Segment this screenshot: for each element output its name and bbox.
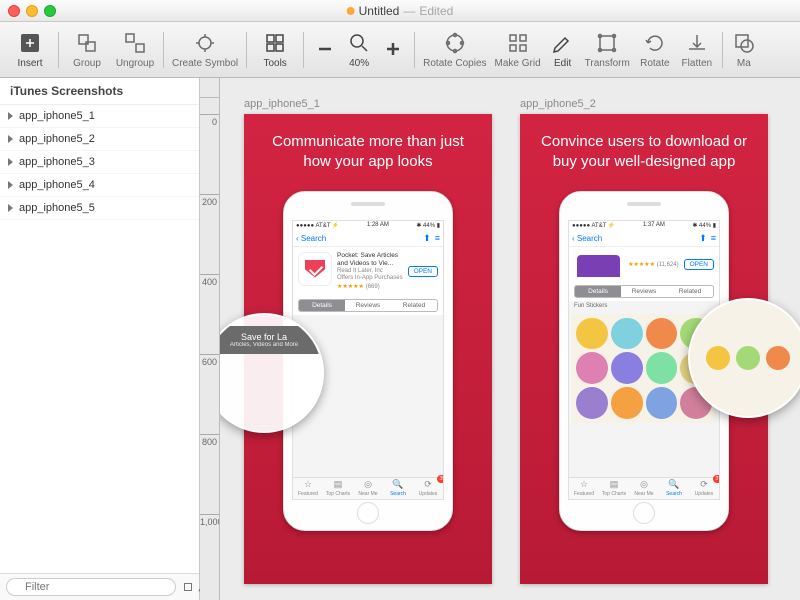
create-symbol-button[interactable]: Create Symbol (168, 30, 242, 69)
document-filename: Untitled (359, 4, 400, 18)
magnifier-lens (688, 298, 800, 418)
headline-text: Communicate more than just how your app … (256, 132, 480, 173)
transform-icon (594, 30, 620, 56)
disclosure-triangle-icon[interactable] (8, 181, 13, 189)
headline-text: Convince users to download or buy your w… (532, 132, 756, 173)
tab-bar: ☆Featured ▤Top Charts ◎Near Me 🔍Search ⟳… (569, 477, 719, 499)
edit-button[interactable]: Edit (545, 30, 581, 69)
plus-icon (380, 36, 406, 62)
artboard-label[interactable]: app_iphone5_1 (244, 98, 492, 110)
minus-icon (312, 36, 338, 62)
disclosure-triangle-icon[interactable] (8, 158, 13, 166)
nav-bar: ‹ Search ⬆ ≡ (569, 231, 719, 247)
magnifier-icon (346, 30, 372, 56)
layer-item[interactable]: app_iphone5_2 (0, 128, 199, 151)
rotate-icon (642, 30, 668, 56)
ruler-vertical[interactable]: 0 200 400 600 800 1,000 (200, 98, 220, 600)
unsaved-indicator-icon (347, 7, 355, 15)
close-window-button[interactable] (8, 5, 20, 17)
ruler-corner[interactable] (200, 78, 220, 98)
share-icon: ⬆ (423, 233, 431, 244)
group-button[interactable]: Group (63, 30, 111, 69)
zoom-out-button[interactable] (308, 36, 342, 64)
zoom-window-button[interactable] (44, 5, 56, 17)
ungroup-icon (122, 30, 148, 56)
sidebar-footer: 10 (0, 573, 199, 600)
layer-list: app_iphone5_1 app_iphone5_2 app_iphone5_… (0, 105, 199, 573)
document-status: Edited (419, 4, 453, 18)
toolbar: Insert Group Ungroup Create Symbol Tools… (0, 22, 800, 78)
segmented-control: Details Reviews Related (298, 299, 438, 312)
layer-item[interactable]: app_iphone5_3 (0, 151, 199, 174)
disclosure-triangle-icon[interactable] (8, 204, 13, 212)
flatten-icon (684, 30, 710, 56)
make-grid-button[interactable]: Make Grid (491, 30, 545, 69)
list-icon: ≡ (435, 233, 440, 244)
share-icon: ⬆ (699, 233, 707, 244)
insert-icon (17, 30, 43, 56)
artboard-label[interactable]: app_iphone5_2 (520, 98, 768, 110)
rotate-copies-button[interactable]: Rotate Copies (419, 30, 490, 69)
list-icon: ≡ (711, 233, 716, 244)
zoom-in-button[interactable] (376, 36, 410, 64)
nav-bar: ‹ Search ⬆ ≡ (293, 231, 443, 247)
group-icon (74, 30, 100, 56)
artboard-frame[interactable]: Communicate more than just how your app … (244, 114, 492, 584)
back-button: ‹ Search (572, 234, 602, 243)
layers-sidebar: iTunes Screenshots app_iphone5_1 app_iph… (0, 78, 200, 600)
open-button: OPEN (408, 266, 438, 277)
make-grid-icon (505, 30, 531, 56)
app-icon (298, 252, 332, 286)
artboard[interactable]: app_iphone5_1 Communicate more than just… (244, 98, 492, 584)
insert-button[interactable]: Insert (6, 30, 54, 69)
transform-button[interactable]: Transform (581, 30, 634, 69)
page-title[interactable]: iTunes Screenshots (0, 78, 199, 105)
status-bar: ●●●●● AT&T ⚡ 1:28 AM ✱ 44% ▮ (293, 221, 443, 231)
tools-icon (262, 30, 288, 56)
layer-item[interactable]: app_iphone5_4 (0, 174, 199, 197)
open-button: OPEN (684, 259, 714, 270)
minimize-window-button[interactable] (26, 5, 38, 17)
disclosure-triangle-icon[interactable] (8, 135, 13, 143)
app-header (577, 255, 620, 277)
canvas[interactable]: app_iphone5_1 Communicate more than just… (220, 98, 800, 600)
layer-item[interactable]: app_iphone5_5 (0, 197, 199, 220)
artboard-frame[interactable]: Convince users to download or buy your w… (520, 114, 768, 584)
rotate-copies-icon (442, 30, 468, 56)
segmented-control: Details Reviews Related (574, 285, 714, 298)
window-titlebar: Untitled — Edited (0, 0, 800, 22)
ungroup-button[interactable]: Ungroup (111, 30, 159, 69)
window-controls (8, 5, 56, 17)
window-title: Untitled — Edited (347, 4, 454, 18)
artboard-icon (182, 581, 194, 593)
create-symbol-icon (192, 30, 218, 56)
layer-item[interactable]: app_iphone5_1 (0, 105, 199, 128)
artboard[interactable]: app_iphone5_2 Convince users to download… (520, 98, 768, 584)
edit-icon (550, 30, 576, 56)
zoom-tool-button[interactable]: 40% (342, 30, 376, 69)
flatten-button[interactable]: Flatten (676, 30, 718, 69)
tools-button[interactable]: Tools (251, 30, 299, 69)
mask-button[interactable]: Ma (727, 30, 761, 69)
mask-icon (731, 30, 757, 56)
status-bar: ●●●●● AT&T ⚡ 1:37 AM ✱ 44% ▮ (569, 221, 719, 231)
canvas-area: 0 200 400 600 800 1,000 1,200 1,4 0 200 … (200, 78, 800, 600)
filter-input[interactable] (6, 578, 176, 596)
disclosure-triangle-icon[interactable] (8, 112, 13, 120)
rotate-button[interactable]: Rotate (634, 30, 676, 69)
pocket-logo-icon (305, 260, 325, 278)
tab-bar: ☆Featured ▤Top Charts ◎Near Me 🔍Search ⟳… (293, 477, 443, 499)
back-button: ‹ Search (296, 234, 326, 243)
